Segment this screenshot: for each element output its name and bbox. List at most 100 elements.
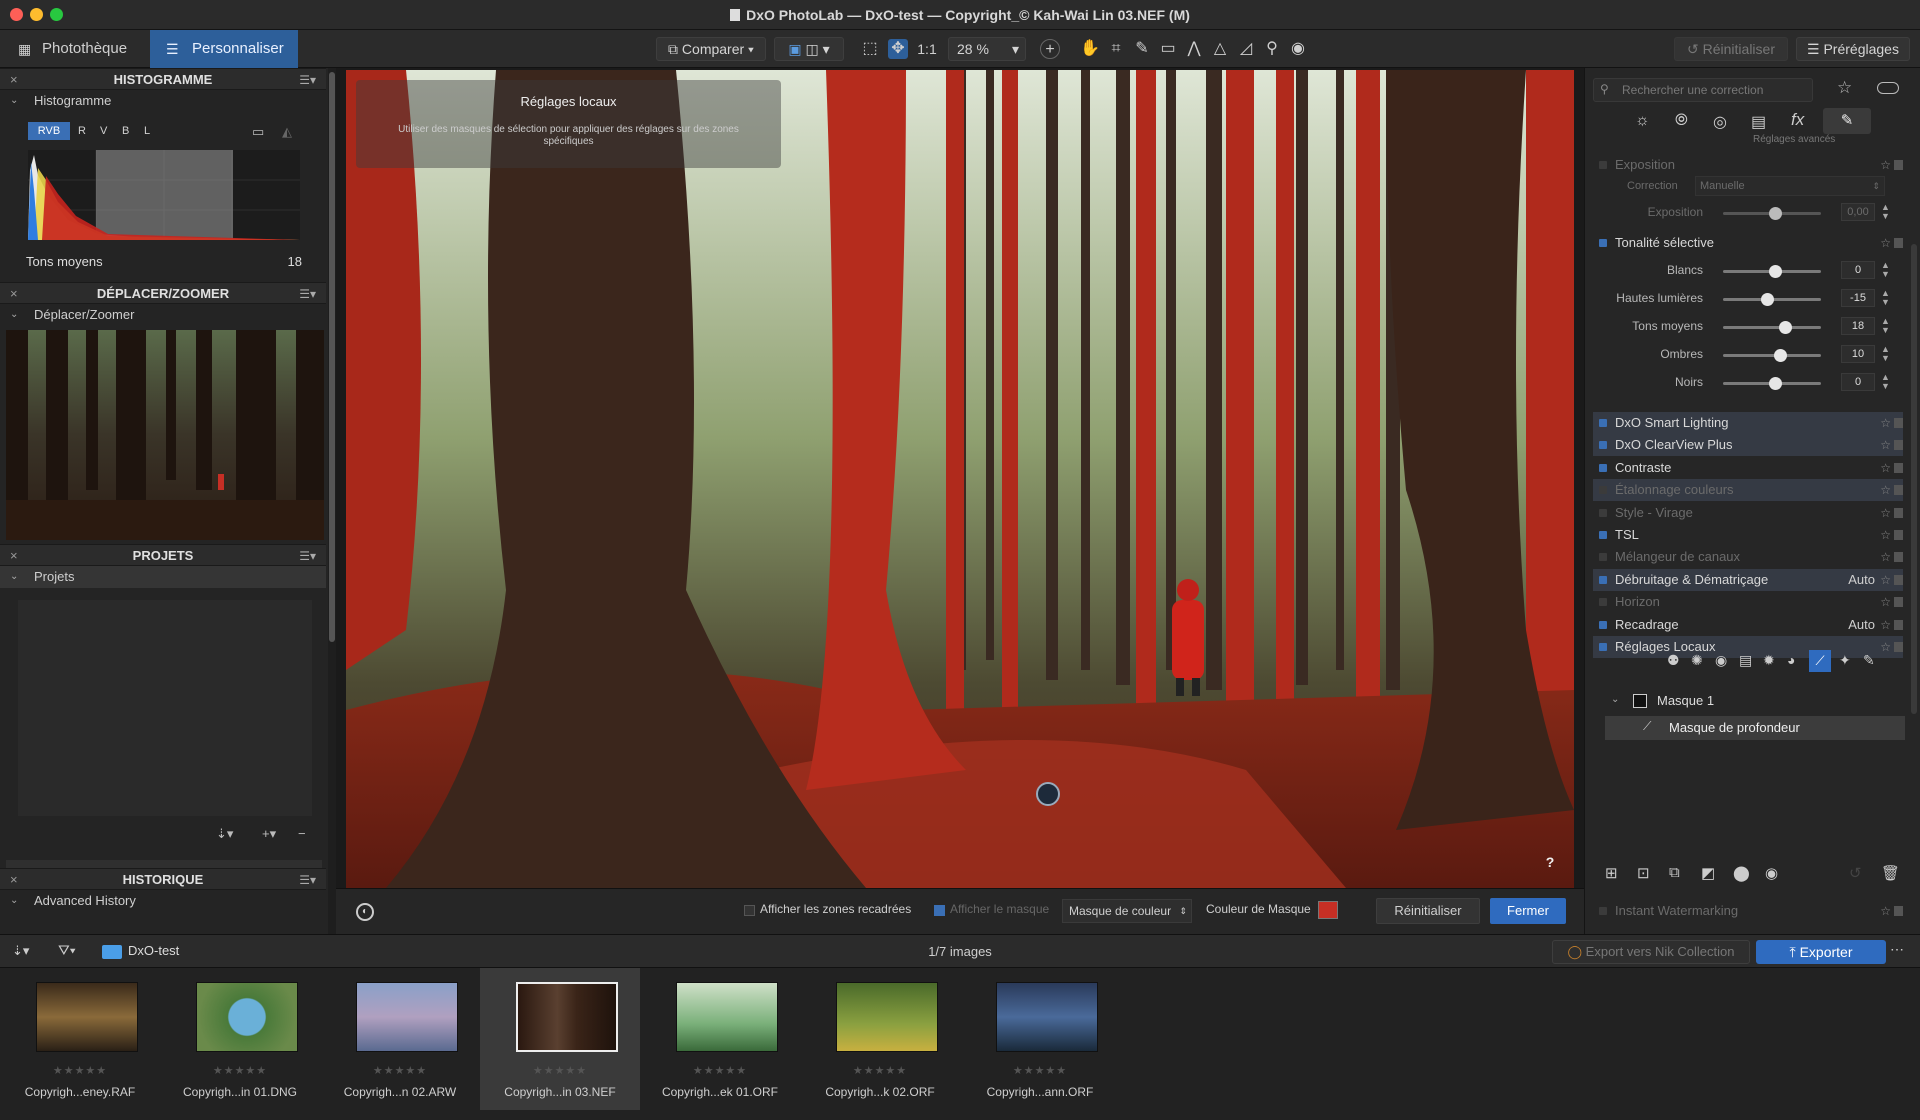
help-icon[interactable] (1894, 619, 1903, 630)
brush-mask-icon[interactable]: ◉ (1715, 652, 1727, 669)
palette-row[interactable]: Horizon ☆ (1593, 591, 1903, 613)
rating-stars[interactable]: ★★★★★ (480, 1064, 640, 1077)
control-point-icon[interactable]: ⚉ (1667, 652, 1680, 669)
zoom-in-icon[interactable]: + (1040, 39, 1060, 59)
slider-track[interactable] (1723, 354, 1821, 357)
monitor-icon[interactable]: ▭ (252, 124, 264, 140)
eyedropper-icon[interactable]: ✎ (1132, 39, 1152, 59)
navigator-preview[interactable] (6, 330, 324, 540)
local-brush-icon[interactable]: ✎ (1823, 108, 1871, 134)
tab-library[interactable]: ▦ Photothèque (0, 30, 150, 68)
move-icon[interactable]: ✥ (888, 39, 908, 59)
palette-toggle[interactable] (1599, 643, 1607, 651)
gradient-icon[interactable]: ▤ (1739, 652, 1752, 669)
palette-row[interactable]: Étalonnage couleurs ☆ (1593, 479, 1903, 502)
projects-list[interactable] (18, 600, 312, 816)
palette-toggle[interactable] (1599, 463, 1607, 472)
add-project-icon[interactable]: +▾ (262, 826, 276, 842)
compare-button[interactable]: ⧉ Comparer ▾ (656, 37, 766, 61)
palette-row[interactable]: Mélangeur de canaux ☆ (1593, 546, 1903, 568)
light-icon[interactable]: ☼ (1635, 112, 1650, 130)
slider-knob[interactable] (1769, 377, 1782, 390)
channel-g[interactable]: V (100, 122, 107, 140)
palette-row[interactable]: DxO Smart Lighting ☆ (1593, 412, 1903, 434)
palette-toggle[interactable] (1599, 419, 1607, 427)
palette-row[interactable]: Recadrage Auto ☆ (1593, 614, 1903, 636)
help-icon[interactable] (1894, 462, 1903, 473)
left-scrollbar-thumb[interactable] (329, 72, 335, 642)
slider-row[interactable]: Hautes lumières -15 ▲ ▼ (1593, 286, 1903, 310)
palette-toggle[interactable] (1599, 553, 1607, 562)
slider-knob[interactable] (1769, 207, 1782, 220)
remove-project-icon[interactable]: − (298, 826, 306, 841)
one-to-one-button[interactable]: 1:1 (914, 39, 940, 59)
depth-mask-row[interactable]: ⟋ Masque de profondeur (1605, 716, 1905, 740)
star-icon[interactable]: ☆ (1880, 614, 1891, 636)
show-mask-icon[interactable]: ◉ (1765, 864, 1778, 882)
rating-stars[interactable]: ★★★★★ (160, 1064, 320, 1077)
depth-mask-icon[interactable]: ⟋ (1809, 650, 1831, 672)
palette-toggle[interactable] (1599, 508, 1607, 517)
palette-toggle[interactable] (1599, 620, 1607, 629)
stepper-icon[interactable]: ▲ ▼ (1881, 373, 1890, 391)
help-icon[interactable] (1894, 574, 1903, 585)
palette-row[interactable]: Style - Virage ☆ (1593, 502, 1903, 524)
show-mask-checkbox[interactable] (934, 905, 945, 916)
close-icon[interactable]: × (10, 69, 18, 91)
color-mask-icon[interactable]: ◕ (1787, 652, 1795, 668)
horizon-icon[interactable]: ▭ (1158, 39, 1178, 59)
channel-b[interactable]: B (122, 122, 129, 140)
reset-toolbar-button[interactable]: ↺ Réinitialiser (1674, 37, 1788, 61)
slider-track[interactable] (1723, 326, 1821, 329)
palette-toggle[interactable] (1599, 161, 1607, 169)
palette-exposure[interactable]: Exposition ☆ (1593, 154, 1903, 176)
export-button[interactable]: ⤒ Exporter (1756, 940, 1886, 964)
palette-menu-icon[interactable]: ☰▾ (299, 869, 316, 891)
slider-knob[interactable] (1761, 293, 1774, 306)
right-scrollbar-thumb[interactable] (1911, 244, 1917, 714)
rating-stars[interactable]: ★★★★★ (0, 1064, 160, 1077)
palette-tonality[interactable]: Tonalité sélective ☆ (1593, 232, 1903, 254)
star-icon[interactable]: ☆ (1880, 524, 1891, 546)
help-icon[interactable] (1894, 485, 1903, 496)
film-thumbnail[interactable]: ★★★★★ Copyrigh...k 02.ORF (800, 968, 960, 1110)
star-icon[interactable]: ☆ (1880, 569, 1891, 591)
fit-screen-icon[interactable]: ⬚ (860, 39, 880, 59)
repair-icon[interactable]: ⚲ (1262, 39, 1282, 59)
slider-value[interactable]: 0 (1841, 373, 1875, 391)
stepper-icon[interactable]: ▲ ▼ (1881, 261, 1890, 279)
mask-1-label[interactable]: Masque 1 (1657, 693, 1714, 708)
stepper-icon[interactable]: ▲ ▼ (1881, 317, 1890, 335)
rating-stars[interactable]: ★★★★★ (800, 1064, 960, 1077)
left-scrollbar[interactable] (328, 68, 336, 934)
color-icon[interactable]: ⦾ (1675, 112, 1688, 130)
star-icon[interactable]: ☆ (1880, 232, 1891, 254)
perspective-8pt-icon[interactable]: ◿ (1236, 39, 1256, 59)
film-thumbnail[interactable]: ★★★★★ Copyrigh...n 02.ARW (320, 968, 480, 1110)
close-icon[interactable]: × (10, 283, 18, 305)
film-thumbnail[interactable]: ★★★★★ Copyrigh...in 01.DNG (160, 968, 320, 1110)
help-icon[interactable]: ? (1542, 854, 1558, 870)
slider-knob[interactable] (1779, 321, 1792, 334)
stepper-icon[interactable]: ▲ ▼ (1881, 345, 1890, 363)
help-icon[interactable] (1894, 597, 1903, 608)
filter-icon[interactable]: ⛛▾ (58, 942, 76, 959)
show-cropped-checkbox[interactable] (744, 905, 755, 916)
help-icon[interactable] (1894, 642, 1903, 652)
perspective-rect-icon[interactable]: △ (1210, 39, 1230, 59)
histogram-subheader[interactable]: ⌄ Histogramme (0, 90, 326, 112)
close-local-button[interactable]: Fermer (1490, 898, 1566, 924)
help-icon[interactable] (1894, 530, 1903, 540)
hand-icon[interactable]: ✋ (1080, 39, 1100, 59)
help-icon[interactable] (1894, 440, 1903, 451)
slider-row[interactable]: Blancs 0 ▲ ▼ (1593, 258, 1903, 282)
slider-exposure[interactable]: Exposition 0,00 ▲ ▼ (1593, 200, 1903, 224)
trash-icon[interactable]: 🗑 (1881, 864, 1900, 882)
close-icon[interactable]: × (10, 869, 18, 891)
add-submask-icon[interactable]: ⊡ (1637, 864, 1650, 882)
add-mask-icon[interactable]: ⊞ (1605, 864, 1618, 882)
palette-watermark[interactable]: Instant Watermarking ☆ (1593, 900, 1903, 922)
palette-row[interactable]: Contraste ☆ (1593, 457, 1903, 479)
slider-knob[interactable] (1769, 265, 1782, 278)
navigator-subheader[interactable]: ⌄ Déplacer/Zoomer (0, 304, 326, 326)
